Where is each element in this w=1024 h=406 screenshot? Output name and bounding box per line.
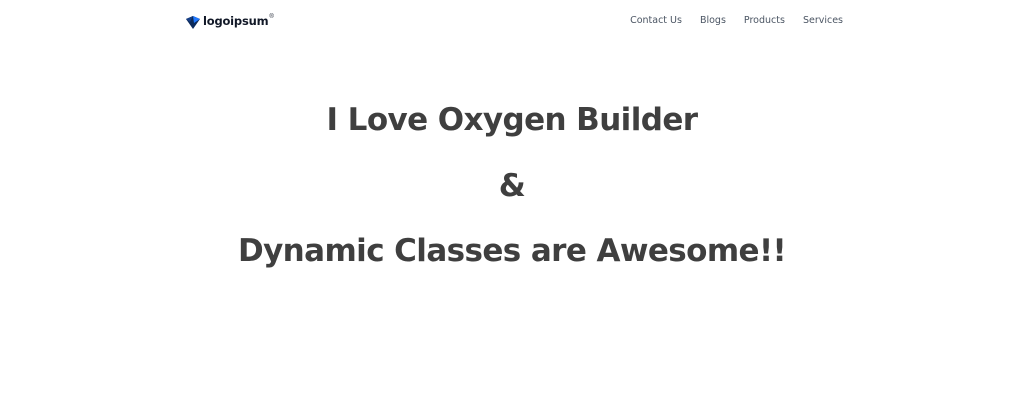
hero-heading-ampersand: & xyxy=(498,168,526,204)
nav-link-blogs[interactable]: Blogs xyxy=(700,14,726,28)
nav-link-services[interactable]: Services xyxy=(803,14,843,28)
nav-link-contact-us[interactable]: Contact Us xyxy=(630,14,682,28)
logo-text: logoipsum xyxy=(203,14,269,29)
registered-mark: ® xyxy=(269,14,274,20)
page: logoipsum ® Contact Us Blogs Products Se… xyxy=(0,0,1024,406)
main-navigation: Contact Us Blogs Products Services xyxy=(630,14,843,28)
nav-link-products[interactable]: Products xyxy=(744,14,785,28)
hero-heading-line-3: Dynamic Classes are Awesome!! xyxy=(237,233,787,269)
logoipsum-diamond-icon xyxy=(185,14,201,30)
site-header: logoipsum ® Contact Us Blogs Products Se… xyxy=(0,0,1024,44)
hero-heading-line-1: I Love Oxygen Builder xyxy=(326,102,698,138)
logo-link[interactable]: logoipsum ® xyxy=(185,13,274,31)
